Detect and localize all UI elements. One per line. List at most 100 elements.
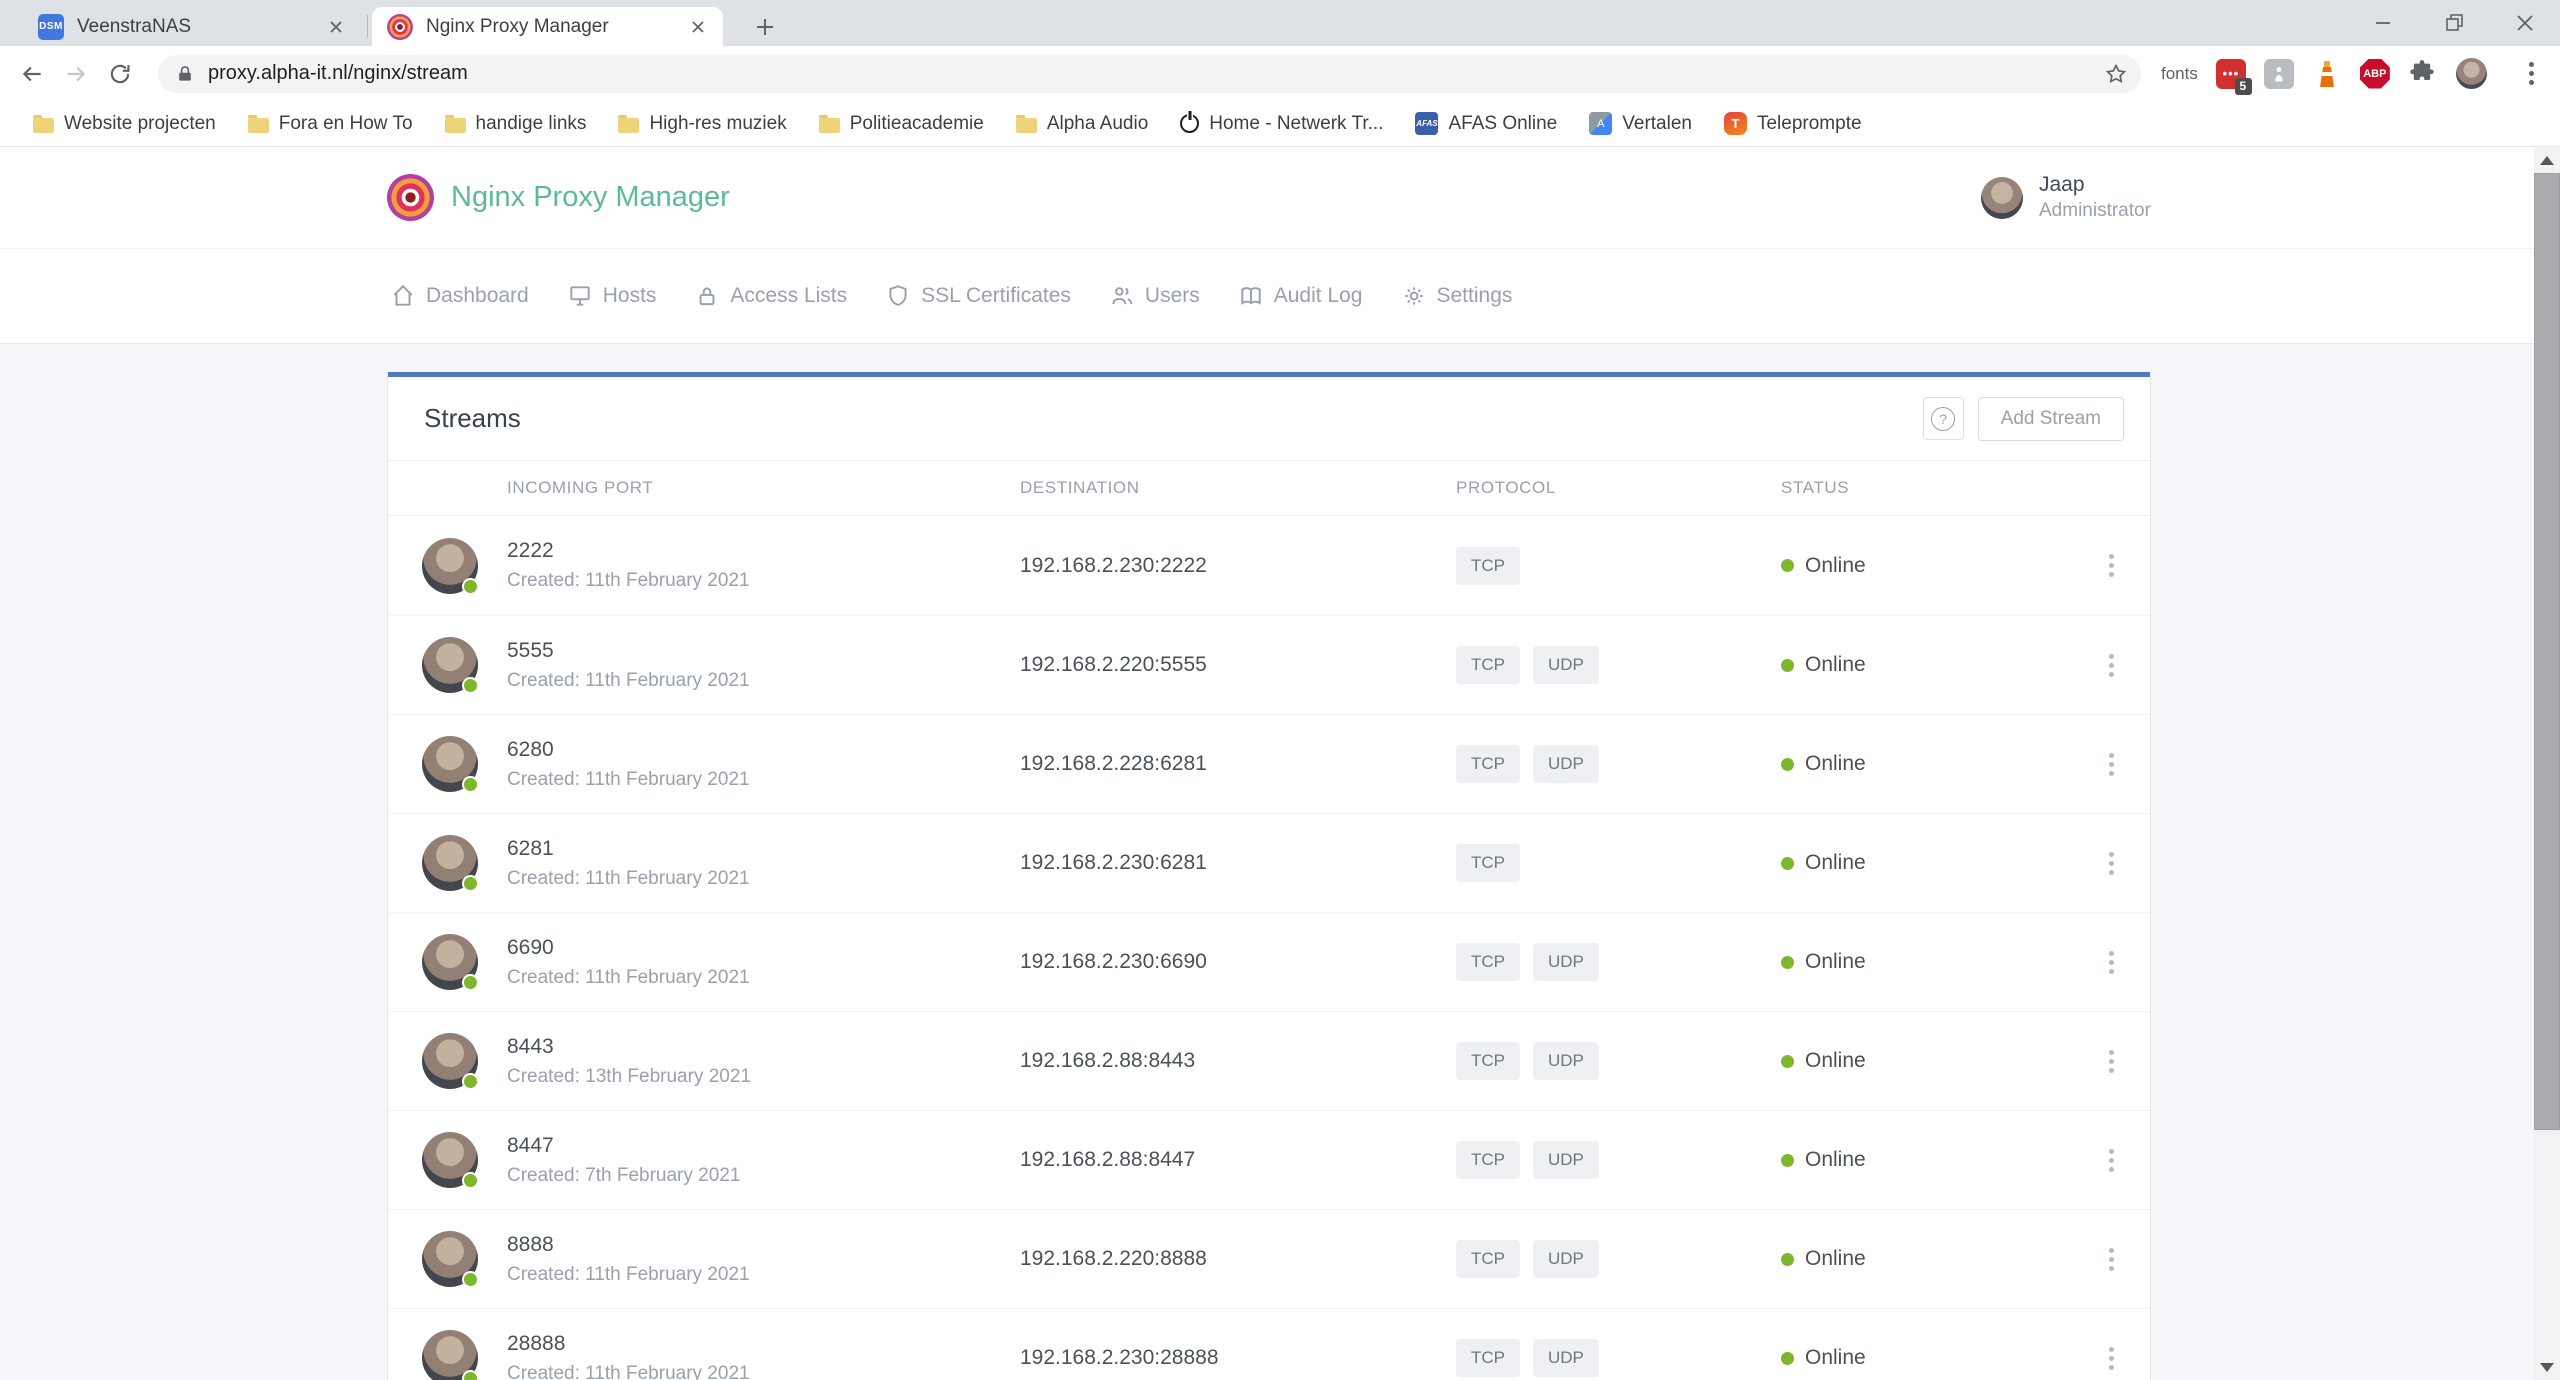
protocol-chip: TCP (1456, 1339, 1520, 1377)
tab-close-icon[interactable] (683, 12, 713, 42)
profile-avatar[interactable] (2456, 58, 2487, 89)
presence-dot-icon (462, 1172, 479, 1189)
fonts-extension[interactable]: fonts (2161, 64, 2198, 84)
scroll-down-button[interactable] (2534, 1354, 2560, 1380)
back-button[interactable] (10, 52, 54, 96)
table-body: 2222 Created: 11th February 2021 192.168… (388, 516, 2150, 1380)
row-menu-button[interactable] (2103, 753, 2151, 776)
row-menu-button[interactable] (2103, 1347, 2151, 1370)
table-row[interactable]: 8447 Created: 7th February 2021 192.168.… (388, 1110, 2150, 1209)
row-menu-button[interactable] (2103, 1149, 2151, 1172)
bookmark-item[interactable]: T Telepromptе (1724, 112, 1862, 135)
row-menu-button[interactable] (2103, 1050, 2151, 1073)
tab-close-icon[interactable] (321, 12, 351, 42)
status-badge: Online (1781, 1247, 2103, 1271)
bookmark-item[interactable]: Fora en How To (248, 113, 413, 135)
add-stream-button[interactable]: Add Stream (1978, 397, 2124, 441)
table-row[interactable]: 6280 Created: 11th February 2021 192.168… (388, 714, 2150, 813)
stream-incoming-port: 2222 (507, 539, 1020, 563)
status-text: Online (1805, 1049, 1866, 1073)
status-badge: Online (1781, 653, 2103, 677)
afas-icon: AFAS (1415, 112, 1438, 135)
bookmark-item[interactable]: Politieacademie (819, 113, 984, 135)
stream-created-date: Created: 11th February 2021 (507, 967, 1020, 989)
close-button[interactable] (2489, 0, 2560, 46)
user-avatar (1981, 177, 2023, 219)
help-button[interactable]: ? (1923, 397, 1964, 440)
protocol-chip: TCP (1456, 745, 1520, 783)
protocol-badges: TCPUDP (1456, 1042, 1781, 1080)
table-row[interactable]: 5555 Created: 11th February 2021 192.168… (388, 615, 2150, 714)
row-menu-button[interactable] (2103, 554, 2151, 577)
scrollbar-thumb[interactable] (2534, 173, 2560, 1130)
row-menu-button[interactable] (2103, 951, 2151, 974)
extensions-puzzle-icon[interactable] (2408, 59, 2438, 89)
protocol-chip: TCP (1456, 844, 1520, 882)
new-tab-button[interactable] (748, 10, 782, 44)
bookmark-item[interactable]: High-res muziek (618, 113, 786, 135)
minimize-button[interactable] (2347, 0, 2418, 46)
adblock-plus-extension-icon[interactable]: ABP (2360, 59, 2390, 89)
nav-item-users[interactable]: Users (1109, 283, 1200, 309)
nav-item-ssl-certificates[interactable]: SSL Certificates (885, 283, 1071, 309)
row-menu-button[interactable] (2103, 654, 2151, 677)
bookmark-star-icon[interactable] (2097, 55, 2135, 93)
forward-button[interactable] (54, 52, 98, 96)
npm-favicon-icon (387, 14, 413, 40)
stream-destination: 192.168.2.88:8443 (1020, 1049, 1456, 1073)
address-bar[interactable]: proxy.alpha-it.nl/nginx/stream (158, 55, 2141, 93)
lighthouse-extension-icon[interactable] (2312, 59, 2342, 89)
table-row[interactable]: 8888 Created: 11th February 2021 192.168… (388, 1209, 2150, 1308)
monitor-icon (567, 283, 593, 309)
status-badge: Online (1781, 851, 2103, 875)
bookmark-item[interactable]: Alpha Audio (1016, 113, 1148, 135)
protocol-chip: TCP (1456, 1240, 1520, 1278)
table-row[interactable]: 2222 Created: 11th February 2021 192.168… (388, 516, 2150, 615)
protocol-badges: TCP UDP (1456, 646, 1781, 684)
nav-item-access-lists[interactable]: Access Lists (694, 283, 847, 309)
browser-menu-button[interactable] (2513, 55, 2551, 93)
protocol-badges: TCP (1456, 844, 1781, 882)
user-menu[interactable]: Jaap Administrator (1981, 147, 2151, 248)
presence-dot-icon (462, 1370, 479, 1380)
page-scrollbar (2534, 147, 2560, 1380)
power-icon (1180, 114, 1199, 133)
restore-button[interactable] (2418, 0, 2489, 46)
translate-icon: A (1589, 112, 1612, 135)
nav-item-audit-log[interactable]: Audit Log (1238, 283, 1363, 309)
bookmark-item[interactable]: A Vertalen (1589, 112, 1692, 135)
bookmark-item[interactable]: handige links (445, 113, 587, 135)
protocol-chip: UDP (1533, 646, 1599, 684)
user-name: Jaap (2039, 173, 2151, 197)
stream-created-date: Created: 13th February 2021 (507, 1066, 1020, 1088)
stream-incoming-port: 6281 (507, 837, 1020, 861)
table-row[interactable]: 6281 Created: 11th February 2021 192.168… (388, 813, 2150, 912)
nav-item-dashboard[interactable]: Dashboard (390, 283, 529, 309)
row-menu-button[interactable] (2103, 1248, 2151, 1271)
stream-created-date: Created: 11th February 2021 (507, 868, 1020, 890)
scroll-up-button[interactable] (2534, 147, 2560, 173)
tab-nginx-proxy-manager[interactable]: Nginx Proxy Manager (372, 7, 723, 46)
protocol-chip: TCP (1456, 1141, 1520, 1179)
bookmark-item[interactable]: Home - Netwerk Tr... (1180, 113, 1383, 135)
status-dot-icon (1781, 559, 1794, 572)
kebab-icon (2529, 62, 2534, 85)
nav-item-hosts[interactable]: Hosts (567, 283, 657, 309)
gray-extension-icon[interactable] (2264, 59, 2294, 89)
table-row[interactable]: 6690 Created: 11th February 2021 192.168… (388, 912, 2150, 1011)
table-row[interactable]: 8443 Created: 13th February 2021 192.168… (388, 1011, 2150, 1110)
bookmark-item[interactable]: AFAS AFAS Online (1415, 112, 1557, 135)
presence-dot-icon (462, 1073, 479, 1090)
nav-item-settings[interactable]: Settings (1401, 283, 1513, 309)
row-menu-button[interactable] (2103, 852, 2151, 875)
protocol-chip: TCP (1456, 646, 1520, 684)
arrow-up-icon (2540, 156, 2554, 165)
stream-destination: 192.168.2.230:28888 (1020, 1346, 1456, 1370)
status-badge: Online (1781, 950, 2103, 974)
reload-button[interactable] (98, 52, 142, 96)
tab-veenstranas[interactable]: DSM VeenstraNAS (23, 7, 361, 46)
password-manager-extension-icon[interactable]: ••• 5 (2216, 59, 2246, 89)
bookmark-item[interactable]: Website projecten (33, 113, 216, 135)
table-row[interactable]: 28888 Created: 11th February 2021 192.16… (388, 1308, 2150, 1380)
stream-created-date: Created: 11th February 2021 (507, 570, 1020, 592)
